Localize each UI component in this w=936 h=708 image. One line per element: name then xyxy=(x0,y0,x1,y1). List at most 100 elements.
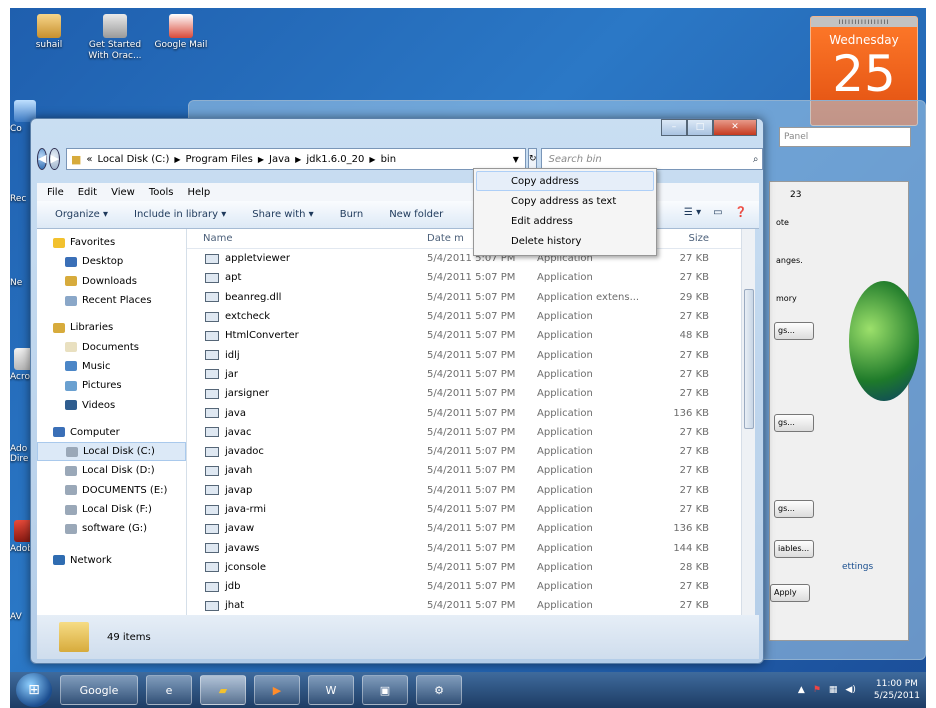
start-button[interactable]: ⊞ xyxy=(16,673,52,707)
breadcrumb-program-files[interactable]: Program Files xyxy=(186,154,253,165)
volume-icon[interactable]: ◀) xyxy=(845,685,855,695)
breadcrumb-jdk[interactable]: jdk1.6.0_20 xyxy=(306,154,364,165)
breadcrumb-java[interactable]: Java xyxy=(269,154,290,165)
nav-local-disk-c[interactable]: Local Disk (C:) xyxy=(37,441,186,462)
settings-button[interactable]: gs... xyxy=(774,414,814,432)
chevron-right-icon[interactable]: ▶ xyxy=(295,155,301,164)
network-icon[interactable]: ▦ xyxy=(829,685,838,695)
forward-button[interactable]: ▶ xyxy=(49,148,60,170)
desktop-icon-oracle[interactable]: Get Started With Orac... xyxy=(84,14,146,62)
table-row[interactable]: javac 5/4/2011 5:07 PM Application 27 KB xyxy=(187,423,755,442)
nav-music[interactable]: Music xyxy=(37,357,186,376)
desktop-icon-user[interactable]: suhail xyxy=(18,14,80,51)
menu-tools[interactable]: Tools xyxy=(149,187,174,198)
table-row[interactable]: java 5/4/2011 5:07 PM Application 136 KB xyxy=(187,403,755,422)
breadcrumb-bin[interactable]: bin xyxy=(381,154,396,165)
vertical-scrollbar[interactable] xyxy=(741,229,755,615)
search-input[interactable]: Search bin ⌕ xyxy=(541,148,764,170)
table-row[interactable]: jconsole 5/4/2011 5:07 PM Application 28 KB xyxy=(187,558,755,577)
nav-libraries[interactable]: Libraries xyxy=(37,318,186,337)
minimize-button[interactable]: – xyxy=(661,119,687,136)
chevron-right-icon[interactable]: ▶ xyxy=(174,155,180,164)
breadcrumb-overflow[interactable]: « xyxy=(86,154,92,165)
dialog-close-badge[interactable]: 23 xyxy=(790,190,801,200)
flag-icon[interactable]: ⚑ xyxy=(813,685,821,695)
table-row[interactable]: java-rmi 5/4/2011 5:07 PM Application 27 KB xyxy=(187,500,755,519)
menu-item-copy-address[interactable]: Copy address xyxy=(476,171,654,191)
apply-button[interactable]: Apply xyxy=(770,584,810,602)
menu-item-delete-history[interactable]: Delete history xyxy=(476,231,654,251)
close-button[interactable]: ✕ xyxy=(713,119,757,136)
address-dropdown-icon[interactable]: ▼ xyxy=(513,155,519,164)
nav-documents-e[interactable]: DOCUMENTS (E:) xyxy=(37,481,186,500)
table-row[interactable]: javap 5/4/2011 5:07 PM Application 27 KB xyxy=(187,481,755,500)
taskbar-internet-explorer[interactable]: e xyxy=(146,675,192,705)
burn-button[interactable]: Burn xyxy=(340,209,363,220)
maximize-button[interactable]: □ xyxy=(687,119,713,136)
settings-button[interactable]: gs... xyxy=(774,322,814,340)
environment-variables-button[interactable]: iables... xyxy=(774,540,814,558)
new-folder-button[interactable]: New folder xyxy=(389,209,443,220)
taskbar-explorer[interactable]: ▰ xyxy=(200,675,246,705)
settings-button[interactable]: gs... xyxy=(774,500,814,518)
table-row[interactable]: javah 5/4/2011 5:07 PM Application 27 KB xyxy=(187,461,755,480)
table-row[interactable]: beanreg.dll 5/4/2011 5:07 PM Application e… xyxy=(187,288,755,307)
preview-pane-icon[interactable]: ▭ xyxy=(713,207,722,218)
search-icon[interactable]: ⌕ xyxy=(753,154,759,165)
nav-videos[interactable]: Videos xyxy=(37,395,186,414)
dialog-tab-remote[interactable]: ote xyxy=(776,218,789,227)
table-row[interactable]: appletviewer 5/4/2011 5:07 PM Application 2… xyxy=(187,249,755,268)
table-row[interactable]: extcheck 5/4/2011 5:07 PM Application 27 KB xyxy=(187,307,755,326)
help-icon[interactable]: ❓ xyxy=(735,207,747,218)
menu-file[interactable]: File xyxy=(47,187,64,198)
table-row[interactable]: HtmlConverter 5/4/2011 5:07 PM Application… xyxy=(187,326,755,345)
nav-local-disk-d[interactable]: Local Disk (D:) xyxy=(37,461,186,480)
nav-computer[interactable]: Computer xyxy=(37,423,186,442)
taskbar-app[interactable]: ▣ xyxy=(362,675,408,705)
table-row[interactable]: javaws 5/4/2011 5:07 PM Application 144 KB xyxy=(187,538,755,557)
show-hidden-icons-icon[interactable]: ▲ xyxy=(798,685,805,695)
nav-pictures[interactable]: Pictures xyxy=(37,376,186,395)
view-options-icon[interactable]: ☰ ▾ xyxy=(684,207,701,218)
taskbar-word[interactable]: W xyxy=(308,675,354,705)
include-in-library-button[interactable]: Include in library ▾ xyxy=(134,209,226,220)
taskbar-control-panel[interactable]: ⚙ xyxy=(416,675,462,705)
menu-view[interactable]: View xyxy=(111,187,135,198)
desktop-icon-gmail[interactable]: Google Mail xyxy=(150,14,212,51)
dialog-link[interactable]: ettings xyxy=(842,562,873,572)
organize-button[interactable]: Organize ▾ xyxy=(55,209,108,220)
table-row[interactable]: javadoc 5/4/2011 5:07 PM Application 27 KB xyxy=(187,442,755,461)
nav-desktop[interactable]: Desktop xyxy=(37,252,186,271)
nav-favorites[interactable]: Favorites xyxy=(37,233,186,252)
menu-edit[interactable]: Edit xyxy=(78,187,97,198)
share-with-button[interactable]: Share with ▾ xyxy=(252,209,313,220)
chevron-right-icon[interactable]: ▶ xyxy=(369,155,375,164)
column-name[interactable]: Name xyxy=(187,233,427,244)
nav-local-disk-f[interactable]: Local Disk (F:) xyxy=(37,500,186,519)
clock[interactable]: 11:00 PM 5/25/2011 xyxy=(874,678,920,702)
column-size[interactable]: Size xyxy=(649,233,709,244)
table-row[interactable]: javaw 5/4/2011 5:07 PM Application 136 KB xyxy=(187,519,755,538)
breadcrumb-local-disk[interactable]: Local Disk (C:) xyxy=(97,154,169,165)
table-row[interactable]: jar 5/4/2011 5:07 PM Application 27 KB xyxy=(187,365,755,384)
address-bar[interactable]: ■ « Local Disk (C:) ▶ Program Files ▶ Ja… xyxy=(65,148,526,170)
background-search-box[interactable]: Panel xyxy=(779,127,911,147)
chevron-right-icon[interactable]: ▶ xyxy=(258,155,264,164)
nav-recent-places[interactable]: Recent Places xyxy=(37,291,186,310)
menu-help[interactable]: Help xyxy=(187,187,210,198)
nav-documents[interactable]: Documents xyxy=(37,337,186,356)
table-row[interactable]: jarsigner 5/4/2011 5:07 PM Application 27 K… xyxy=(187,384,755,403)
nav-network[interactable]: Network xyxy=(37,550,186,569)
table-row[interactable]: jdb 5/4/2011 5:07 PM Application 27 KB xyxy=(187,577,755,596)
scrollbar-thumb[interactable] xyxy=(744,289,754,429)
nav-downloads[interactable]: Downloads xyxy=(37,272,186,291)
back-button[interactable]: ◀ xyxy=(37,148,48,170)
menu-item-edit-address[interactable]: Edit address xyxy=(476,211,654,231)
nav-software-g[interactable]: software (G:) xyxy=(37,519,186,538)
taskbar-google[interactable]: Google xyxy=(60,675,138,705)
menu-item-copy-address-as-text[interactable]: Copy address as text xyxy=(476,191,654,211)
table-row[interactable]: idlj 5/4/2011 5:07 PM Application 27 KB xyxy=(187,345,755,364)
taskbar-media-player[interactable]: ▶ xyxy=(254,675,300,705)
table-row[interactable]: jhat 5/4/2011 5:07 PM Application 27 KB xyxy=(187,596,755,615)
table-row[interactable]: apt 5/4/2011 5:07 PM Application 27 KB xyxy=(187,268,755,287)
